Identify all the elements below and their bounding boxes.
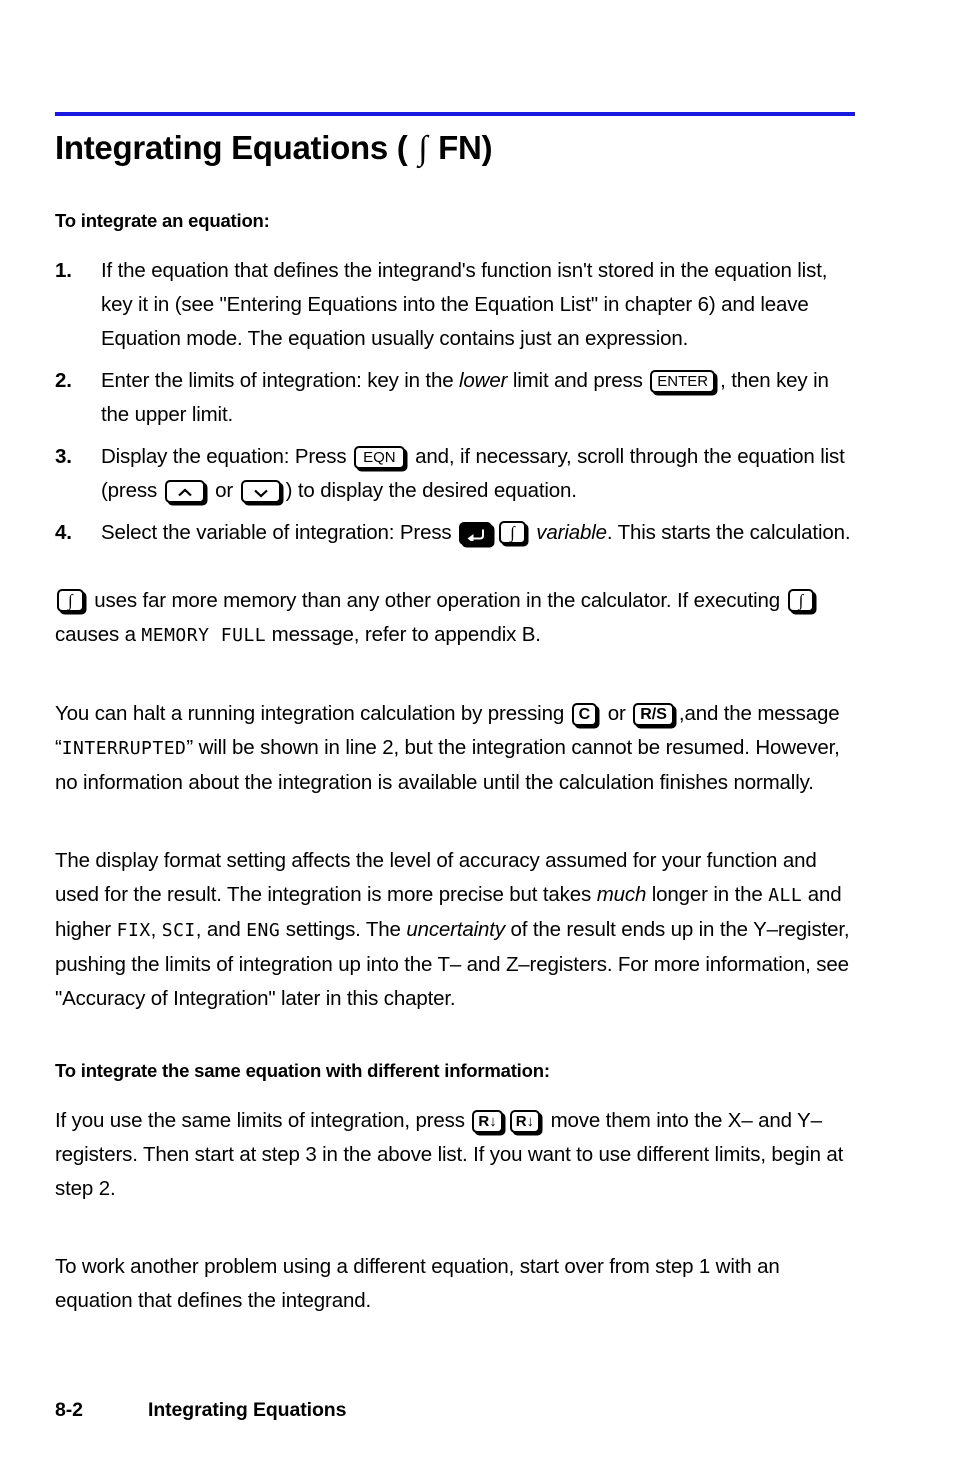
- format-text-d: ,: [150, 918, 162, 942]
- halt-text-b: or: [602, 702, 632, 726]
- paragraph-same-limits: If you use the same limits of integratio…: [55, 1104, 855, 1206]
- page-title-prefix: Integrating Equations (: [55, 129, 417, 166]
- page-footer: 8-2 Integrating Equations: [55, 1399, 855, 1422]
- title-divider: [55, 112, 855, 116]
- step-number: 1.: [55, 259, 72, 283]
- lcd-mode-sci: SCI: [161, 920, 196, 942]
- halt-text-a: You can halt a running integration calcu…: [55, 702, 570, 726]
- footer-chapter-title: Integrating Equations: [148, 1399, 347, 1421]
- format-text-b: longer in the: [646, 883, 769, 907]
- step-text-a: Select the variable of integration: Pres…: [101, 521, 458, 545]
- paragraph-memory: ∫ uses far more memory than any other op…: [55, 584, 855, 653]
- step-text-d: ) to display the desired equation.: [285, 479, 577, 503]
- page-title-suffix: FN): [429, 129, 493, 166]
- format-text-f: settings. The: [280, 918, 407, 942]
- roll-down-key[interactable]: R↓: [509, 1110, 541, 1134]
- step-text: If the equation that defines the integra…: [101, 259, 828, 351]
- memory-text-c: message, refer to appendix B.: [266, 623, 541, 647]
- step-item-2: 2. Enter the limits of integration: key i…: [55, 364, 855, 432]
- paragraph-another-problem: To work another problem using a differen…: [55, 1255, 780, 1313]
- step-text-a: Display the equation: Press: [101, 445, 353, 469]
- memory-text-a: uses far more memory than any other oper…: [88, 589, 786, 613]
- lcd-mode-all: ALL: [768, 885, 803, 907]
- paragraph-halt: You can halt a running integration calcu…: [55, 697, 855, 800]
- step-item-1: 1. If the equation that defines the integ…: [55, 254, 855, 356]
- step-number: 4.: [55, 521, 72, 545]
- step-text-c: . This starts the calculation.: [606, 521, 851, 545]
- emphasis-variable: variable: [536, 521, 607, 545]
- step-text-a: Enter the limits of integration: key in …: [101, 369, 460, 393]
- emphasis-uncertainty: uncertainty: [406, 918, 505, 942]
- paragraph-display-format: The display format setting affects the l…: [55, 844, 855, 1016]
- emphasis-much: much: [596, 883, 647, 907]
- same-limits-text-a: If you use the same limits of integratio…: [55, 1109, 471, 1133]
- integral-symbol: ∫: [418, 130, 428, 167]
- step-number: 2.: [55, 369, 72, 393]
- lcd-message-memory-full: MEMORY FULL: [141, 625, 267, 647]
- step-text-b: limit and press: [507, 369, 649, 393]
- enter-key[interactable]: ENTER: [650, 370, 716, 394]
- section-heading-same-equation: To integrate the same equation with diff…: [55, 1060, 550, 1082]
- scroll-up-key[interactable]: [164, 480, 205, 504]
- eqn-key[interactable]: EQN: [354, 446, 405, 470]
- run-stop-key[interactable]: R/S: [633, 703, 674, 727]
- lcd-mode-eng: ENG: [246, 920, 281, 942]
- integral-key[interactable]: ∫: [787, 589, 815, 613]
- footer-page-number: 8-2: [55, 1399, 83, 1421]
- manual-page: Integrating Equations ( ∫ FN) To integra…: [0, 0, 954, 1480]
- memory-text-b: causes a: [55, 623, 142, 647]
- page-title: Integrating Equations ( ∫ FN): [55, 129, 855, 168]
- roll-down-key[interactable]: R↓: [472, 1110, 503, 1134]
- step-text-c: or: [209, 479, 239, 503]
- page-content: Integrating Equations ( ∫ FN) To integra…: [55, 112, 855, 1318]
- integral-key[interactable]: ∫: [499, 521, 526, 545]
- lcd-mode-fix: FIX: [116, 920, 151, 942]
- step-item-3: 3. Display the equation: Press EQN and, i…: [55, 440, 855, 508]
- steps-list: 1. If the equation that defines the integ…: [55, 254, 855, 550]
- format-text-e: , and: [195, 918, 247, 942]
- section-heading-integrate: To integrate an equation:: [55, 210, 270, 232]
- lcd-message-interrupted: INTERRUPTED: [61, 738, 187, 760]
- integral-key[interactable]: ∫: [57, 589, 84, 613]
- scroll-down-key[interactable]: [240, 480, 281, 504]
- shift-key[interactable]: [459, 522, 493, 546]
- step-item-4: 4. Select the variable of integration: Pr…: [55, 516, 855, 550]
- clear-key[interactable]: C: [571, 703, 598, 727]
- emphasis-lower: lower: [459, 369, 508, 393]
- step-number: 3.: [55, 445, 72, 469]
